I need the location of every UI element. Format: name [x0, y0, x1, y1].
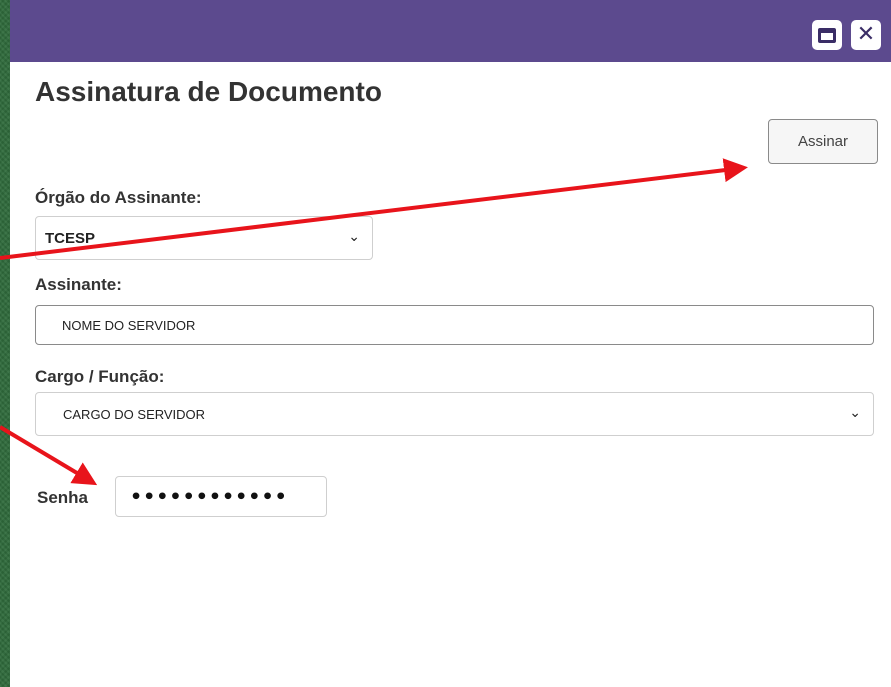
maximize-icon: [818, 27, 836, 43]
sign-button-label: Assinar: [797, 133, 849, 150]
assinante-label: Assinante:: [35, 275, 122, 294]
chevron-down-icon: ⌄: [849, 405, 861, 421]
close-button[interactable]: ✕: [851, 20, 881, 50]
signature-dialog: ✕ Assinatura de Documento Assinar Órgão …: [10, 0, 891, 687]
close-icon: ✕: [856, 22, 876, 47]
orgao-label: Órgão do Assinante:: [35, 188, 202, 207]
maximize-button[interactable]: [812, 20, 842, 50]
chevron-down-icon: ⌄: [348, 229, 360, 245]
dialog-title: Assinatura de Documento: [35, 76, 382, 107]
assinante-value: NOME DO SERVIDOR: [62, 317, 196, 333]
senha-input[interactable]: ••••••••••••: [115, 476, 327, 517]
cargo-select[interactable]: CARGO DO SERVIDOR ⌄: [35, 392, 874, 436]
cargo-selected-value: CARGO DO SERVIDOR: [63, 406, 206, 422]
orgao-selected-value: TCESP: [45, 229, 96, 247]
dialog-titlebar: ✕: [10, 0, 891, 62]
assinante-input[interactable]: NOME DO SERVIDOR: [35, 305, 874, 345]
cargo-label: Cargo / Função:: [35, 367, 165, 386]
senha-label: Senha: [37, 488, 89, 507]
orgao-select[interactable]: TCESP ⌄: [35, 216, 373, 260]
sign-button[interactable]: Assinar: [768, 119, 878, 164]
